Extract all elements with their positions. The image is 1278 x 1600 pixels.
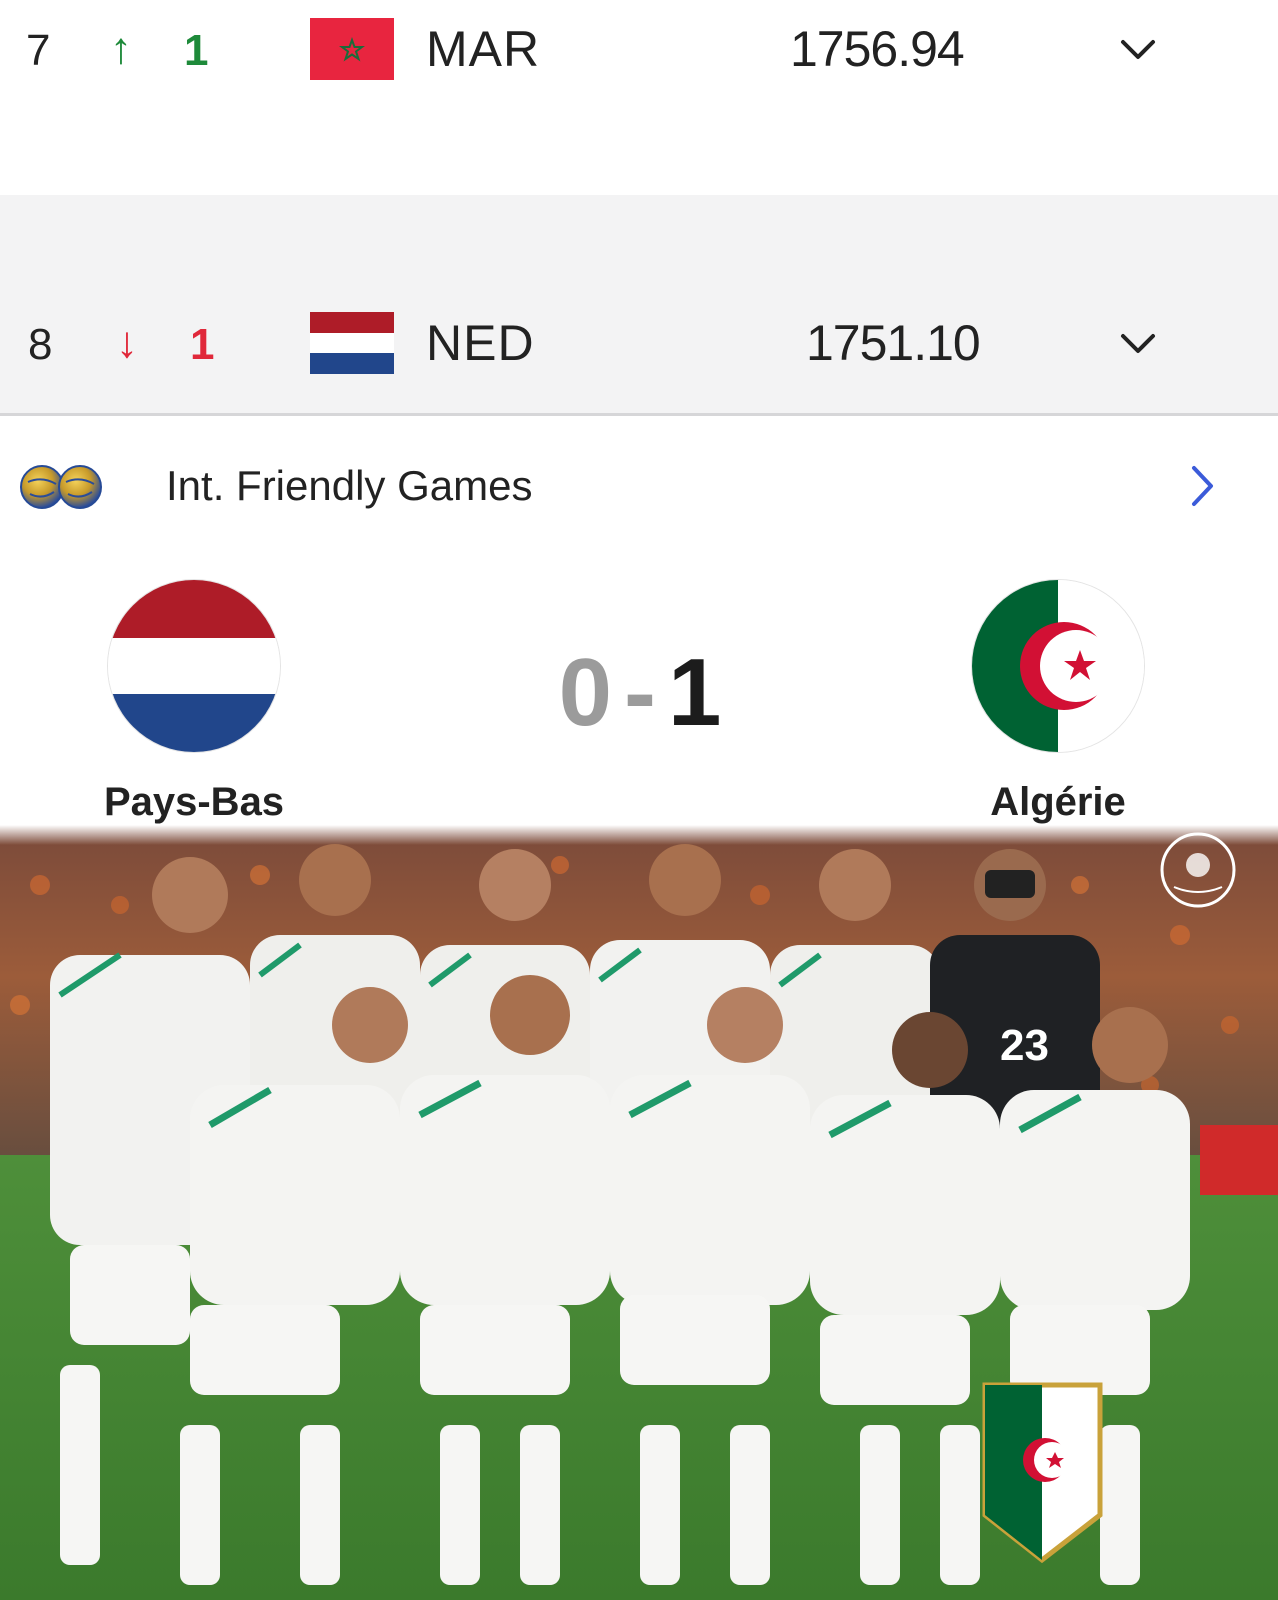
- competition-header[interactable]: Int. Friendly Games: [0, 450, 1278, 530]
- ranking-row-ned[interactable]: 8 ↓ 1 NED 1751.10: [0, 300, 1278, 416]
- ranking-points: 1751.10: [806, 315, 981, 371]
- rank-number: 8: [28, 320, 53, 369]
- team-code: MAR: [426, 21, 541, 77]
- ranking-points: 1756.94: [790, 21, 965, 77]
- trend-up-icon: ↑: [110, 24, 132, 73]
- match-card[interactable]: Pays-Bas 0-1 Algérie: [0, 580, 1278, 840]
- trend-value: 1: [184, 26, 209, 75]
- rank-number: 7: [26, 26, 51, 75]
- home-team-name: Pays-Bas: [103, 780, 285, 824]
- globe-balls-icon: [20, 465, 102, 509]
- ranking-row-mar[interactable]: 7 ↑ 1 MAR 1756.94: [0, 0, 1278, 195]
- team-photo: 23: [0, 825, 1278, 1600]
- algeria-round-flag-icon: [972, 580, 1144, 752]
- netherlands-round-flag-icon: [108, 580, 280, 752]
- trend-down-icon: ↓: [116, 318, 138, 367]
- chevron-down-icon[interactable]: [1120, 332, 1156, 356]
- away-score: 1: [667, 639, 722, 746]
- trend-value: 1: [190, 320, 215, 369]
- team-code: NED: [426, 315, 535, 371]
- chevron-right-icon[interactable]: [1190, 464, 1216, 508]
- chevron-down-icon[interactable]: [1120, 38, 1156, 62]
- away-team-name: Algérie: [990, 780, 1126, 824]
- score-separator: -: [624, 639, 656, 746]
- home-score: 0: [558, 639, 613, 746]
- morocco-flag-icon: [310, 18, 394, 80]
- competition-title: Int. Friendly Games: [166, 462, 533, 509]
- netherlands-flag-icon: [310, 312, 394, 374]
- jersey-number: 23: [1000, 1021, 1049, 1070]
- match-score: 0-1: [530, 638, 750, 746]
